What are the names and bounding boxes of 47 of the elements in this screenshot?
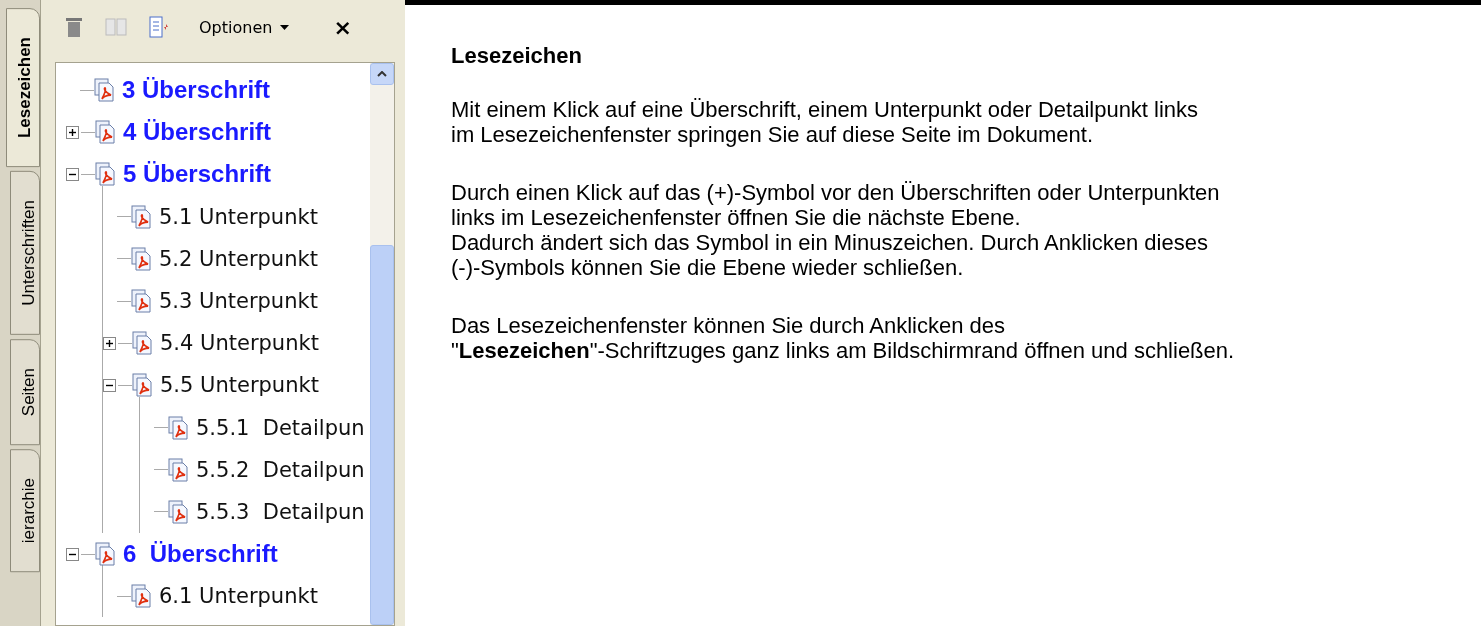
- chevron-up-icon: [377, 71, 387, 77]
- bookmark-item[interactable]: 6.1 Unterpunkt: [159, 584, 318, 609]
- bookmark-item[interactable]: 5.5.1 Detailpun: [196, 415, 365, 440]
- bookmark-item[interactable]: 5.5.2 Detailpun: [196, 457, 365, 482]
- pdf-document-icon: [95, 542, 117, 567]
- bookmark-item[interactable]: 4 Überschrift: [123, 118, 272, 147]
- bookmark-item[interactable]: 5.4 Unterpunkt: [160, 331, 319, 356]
- bookmark-item[interactable]: 5.3 Unterpunkt: [159, 289, 318, 314]
- bookmark-item[interactable]: 5.1 Unterpunkt: [159, 204, 318, 229]
- bookmark-item[interactable]: 5.5 Unterpunkt: [160, 373, 319, 398]
- pdf-document-icon: [131, 289, 153, 314]
- pdf-document-icon: [131, 246, 153, 271]
- pdf-document-icon: [131, 584, 153, 609]
- side-tab[interactable]: Seiten: [10, 338, 40, 446]
- options-menu-button[interactable]: Optionen: [195, 15, 294, 39]
- scroll-up-button[interactable]: [370, 63, 394, 85]
- bookmark-item[interactable]: 6 Überschrift: [123, 540, 278, 569]
- pdf-document-icon: [94, 78, 116, 103]
- pdf-document-icon: [95, 120, 117, 145]
- pdf-document-icon: [95, 162, 117, 187]
- scroll-thumb[interactable]: [370, 245, 394, 625]
- plus-toggle-icon[interactable]: [66, 125, 79, 139]
- minus-toggle-icon[interactable]: [66, 167, 79, 181]
- scrollbar[interactable]: [370, 63, 394, 625]
- pdf-document-icon: [132, 331, 154, 356]
- side-tab[interactable]: Lesezeichen: [6, 8, 40, 168]
- paragraph: Durch einen Klick auf das (+)-Symbol vor den Überschriften oder Unterpunkten links im Lesezeichenfenster öffnen Sie die nächste Ebene. Dadurch ändert sich das Symbol in ein Minuszeichen. Durch Anklicken dieses (-)-Symbols können Sie die Ebene wieder schließen.: [451, 180, 1221, 280]
- caret-icon: [280, 24, 290, 30]
- paragraph: Mit einem Klick auf eine Überschrift, einem Unterpunkt oder Detailpunkt links im Lesezeichenfenster springen Sie auf diese Seite im Dokument.: [451, 97, 1200, 147]
- bookmark-item[interactable]: 5.2 Unterpunkt: [159, 246, 318, 271]
- close-button[interactable]: ×: [329, 14, 356, 40]
- bookmark-item[interactable]: 5 Überschrift: [123, 160, 272, 189]
- pdf-document-icon: [168, 499, 190, 524]
- pdf-document-icon: [168, 457, 190, 482]
- pdf-document-icon: [132, 373, 154, 398]
- section-heading: Lesezeichen: [451, 43, 583, 69]
- minus-toggle-icon[interactable]: [66, 547, 79, 561]
- pdf-document-icon: [131, 204, 153, 229]
- bookmark-item[interactable]: 5.5.3 Detailpun: [196, 499, 365, 524]
- bookmark-item[interactable]: 3 Überschrift: [122, 76, 271, 105]
- paragraph: Das Lesezeichenfenster können Sie durch Anklicken des "Lesezeichen"-Schriftzuges ganz links am Bildschirmrand öffnen und schließen.: [451, 313, 1236, 363]
- pdf-document-icon: [168, 415, 190, 440]
- side-tab[interactable]: ierarchie: [10, 449, 40, 573]
- plus-toggle-icon[interactable]: [103, 336, 116, 350]
- side-tab[interactable]: Unterschriften: [10, 171, 40, 335]
- minus-toggle-icon[interactable]: [103, 378, 116, 392]
- trash-icon[interactable]: [65, 16, 83, 38]
